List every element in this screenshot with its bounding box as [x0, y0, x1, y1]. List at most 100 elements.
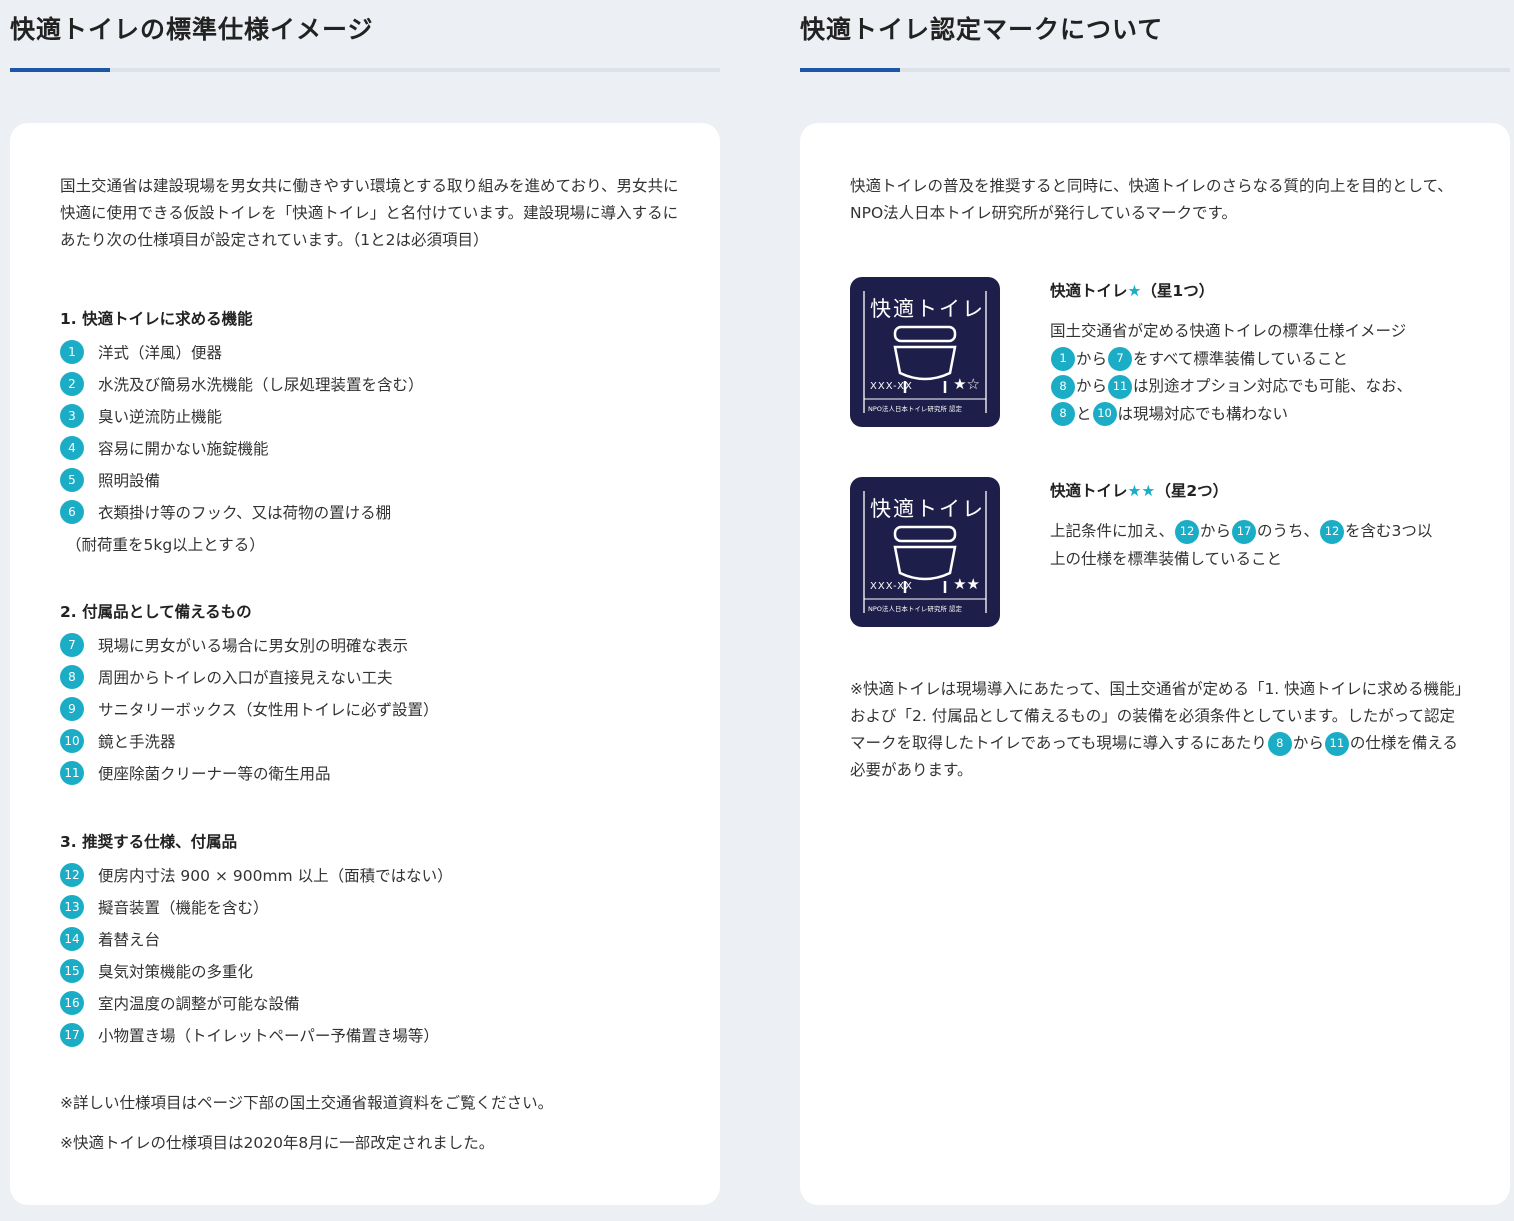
mark-org: NPO法人日本トイレ研究所 認定	[868, 405, 962, 413]
req-text: と	[1076, 404, 1092, 423]
list-item: 1 洋式（洋風）便器	[60, 336, 680, 368]
number-badge: 10	[1092, 402, 1117, 426]
section2-list: 7 現場に男女がいる場合に男女別の明確な表示 8 周囲からトイレの入口が直接見えない…	[60, 629, 680, 789]
req-text: は別途オプション対応でも可能、なお、	[1133, 377, 1413, 395]
item-label: 室内温度の調整が可能な設備	[98, 995, 300, 1013]
list-item: 7 現場に男女がいる場合に男女別の明確な表示	[60, 629, 680, 661]
item-label: 小物置き場（トイレットペーパー予備置き場等）	[98, 1027, 439, 1045]
section-title: 快適トイレの標準仕様イメージ	[10, 15, 374, 44]
req-text: から	[1200, 522, 1232, 540]
comfort-toilet-mark-2star: 快適トイレ XXX-XX ★★ NPO法人日本トイレ研究所 認定	[850, 477, 1000, 627]
list-item: 10 鏡と手洗器	[60, 725, 680, 757]
req-text: 上記条件に加え、	[1050, 522, 1175, 540]
req-line: 1 から 7 をすべて標準装備していること	[1050, 346, 1470, 374]
number-badge: 15	[60, 959, 84, 983]
reference-note: ※詳しい仕様項目はページ下部の国土交通省報道資料をご覧ください。	[60, 1094, 554, 1112]
item-label: サニタリーボックス（女性用トイレに必ず設置）	[98, 701, 439, 719]
star-icon: ★★	[953, 575, 980, 593]
section2-heading: 2. 付属品として備えるもの	[60, 603, 252, 621]
section1-heading: 1. 快適トイレに求める機能	[60, 310, 253, 328]
number-badge: 1	[60, 340, 84, 364]
number-badge: 14	[60, 927, 84, 951]
list-item: 15 臭気対策機能の多重化	[60, 955, 680, 987]
mark-requirements: 上記条件に加え、 12 から 17 のうち、 12 を含む3つ以 上の仕様を標準装備している…	[1050, 518, 1470, 573]
req-text: は現場対応でも構わない	[1117, 404, 1289, 423]
mark-org: NPO法人日本トイレ研究所 認定	[868, 605, 962, 613]
number-badge: 8	[1051, 402, 1075, 426]
list-item: 16 室内温度の調整が可能な設備	[60, 987, 680, 1019]
number-badge: 10	[60, 729, 84, 753]
star-icon: ★★	[1127, 482, 1156, 500]
mark-heading-text: 快適トイレ	[1050, 282, 1128, 300]
list-item: 3 臭い逆流防止機能	[60, 400, 680, 432]
number-badge: 8	[1267, 731, 1292, 756]
list-item: 13 擬音装置（機能を含む）	[60, 891, 680, 923]
mark-title: 快適トイレ	[870, 297, 985, 321]
list-item: 17 小物置き場（トイレットペーパー予備置き場等）	[60, 1019, 680, 1051]
mark-heading-suffix: （星1つ）	[1141, 282, 1215, 300]
mark-code: XXX-XX	[870, 581, 913, 592]
number-badge: 11	[1324, 731, 1349, 756]
item-label: 擬音装置（機能を含む）	[98, 899, 269, 917]
number-badge: 11	[1108, 374, 1133, 399]
number-badge: 11	[60, 761, 84, 785]
item-label: 便座除菌クリーナー等の衛生用品	[98, 765, 331, 783]
number-badge: 12	[60, 863, 84, 887]
number-badge: 13	[60, 895, 84, 919]
req-text: を含む3つ以	[1345, 522, 1433, 540]
section-title: 快適トイレ認定マークについて	[800, 15, 1164, 44]
mark-card: 快適トイレの普及を推奨すると同時に、快適トイレのさらなる質的向上を目的として、N…	[800, 123, 1510, 1205]
item-label: 照明設備	[98, 472, 161, 490]
req-line: 上の仕様を標準装備していること	[1050, 549, 1283, 568]
mark-1star-description: 快適トイレ★（星1つ） 国土交通省が定める快適トイレの標準仕様イメージ 1 から 7…	[1050, 279, 1470, 428]
item-label: 臭い逆流防止機能	[98, 408, 223, 426]
req-line: 国土交通省が定める快適トイレの標準仕様イメージ	[1050, 322, 1407, 340]
req-line: 8 と 10 は現場対応でも構わない	[1050, 401, 1470, 429]
number-badge: 8	[1051, 374, 1075, 399]
section1-list: 1 洋式（洋風）便器 2 水洗及び簡易水洗機能（し尿処理装置を含む） 3 臭い逆流防止…	[60, 336, 680, 528]
number-badge: 8	[60, 665, 84, 689]
number-badge: 3	[60, 404, 84, 428]
req-text: から	[1076, 349, 1108, 368]
list-item: 4 容易に開かない施錠機能	[60, 432, 680, 464]
list-item: 14 着替え台	[60, 923, 680, 955]
title-underline-accent	[800, 68, 900, 72]
number-badge: 17	[60, 1023, 84, 1047]
section3-list: 12 便房内寸法 900 × 900mm 以上（面積ではない） 13 擬音装置（機能…	[60, 859, 680, 1051]
note-text: から	[1292, 734, 1324, 752]
item-label: 衣類掛け等のフック、又は荷物の置ける棚	[98, 504, 392, 522]
req-text: のうち、	[1257, 522, 1320, 540]
req-line: 8 から 11 は別途オプション対応でも可能、なお、	[1050, 373, 1470, 401]
list-item: 8 周囲からトイレの入口が直接見えない工夫	[60, 661, 680, 693]
title-underline	[10, 68, 720, 72]
list-item: 12 便房内寸法 900 × 900mm 以上（面積ではない）	[60, 859, 680, 891]
mark-heading: 快適トイレ★★（星2つ）	[1050, 479, 1470, 506]
item-label: 着替え台	[98, 931, 161, 949]
number-badge: 5	[60, 468, 84, 492]
mark-2star-description: 快適トイレ★★（星2つ） 上記条件に加え、 12 から 17 のうち、 12 を含む3つ以 …	[1050, 479, 1470, 573]
number-badge: 12	[1175, 519, 1200, 544]
number-badge: 2	[60, 372, 84, 396]
mark-note: ※快適トイレは現場導入にあたって、国土交通省が定める「1. 快適トイレに求める機…	[850, 676, 1470, 784]
req-text: をすべて標準装備していること	[1133, 349, 1348, 368]
number-badge: 16	[60, 991, 84, 1015]
title-underline	[800, 68, 1510, 72]
item-label: 現場に男女がいる場合に男女別の明確な表示	[98, 637, 409, 655]
revision-note: ※快適トイレの仕様項目は2020年8月に一部改定されました。	[60, 1134, 495, 1152]
list-item: 5 照明設備	[60, 464, 680, 496]
item-label: 鏡と手洗器	[98, 733, 176, 751]
list-item: 6 衣類掛け等のフック、又は荷物の置ける棚	[60, 496, 680, 528]
mark-requirements: 国土交通省が定める快適トイレの標準仕様イメージ 1 から 7 をすべて標準装備している…	[1050, 318, 1470, 428]
star-icon: ★☆	[953, 375, 980, 393]
item-label: 便房内寸法 900 × 900mm 以上（面積ではない）	[98, 867, 453, 885]
number-badge: 17	[1232, 519, 1257, 544]
list-item: 2 水洗及び簡易水洗機能（し尿処理装置を含む）	[60, 368, 680, 400]
spec-intro: 国土交通省は建設現場を男女共に働きやすい環境とする取り組みを進めており、男女共に…	[60, 177, 679, 249]
list-item: 9 サニタリーボックス（女性用トイレに必ず設置）	[60, 693, 680, 725]
item-label: 周囲からトイレの入口が直接見えない工夫	[98, 669, 393, 687]
number-badge: 4	[60, 436, 84, 460]
req-line: 上記条件に加え、 12 から 17 のうち、 12 を含む3つ以	[1050, 518, 1470, 546]
number-badge: 12	[1320, 519, 1345, 544]
number-badge: 7	[1108, 347, 1133, 371]
mark-heading: 快適トイレ★（星1つ）	[1050, 279, 1470, 306]
